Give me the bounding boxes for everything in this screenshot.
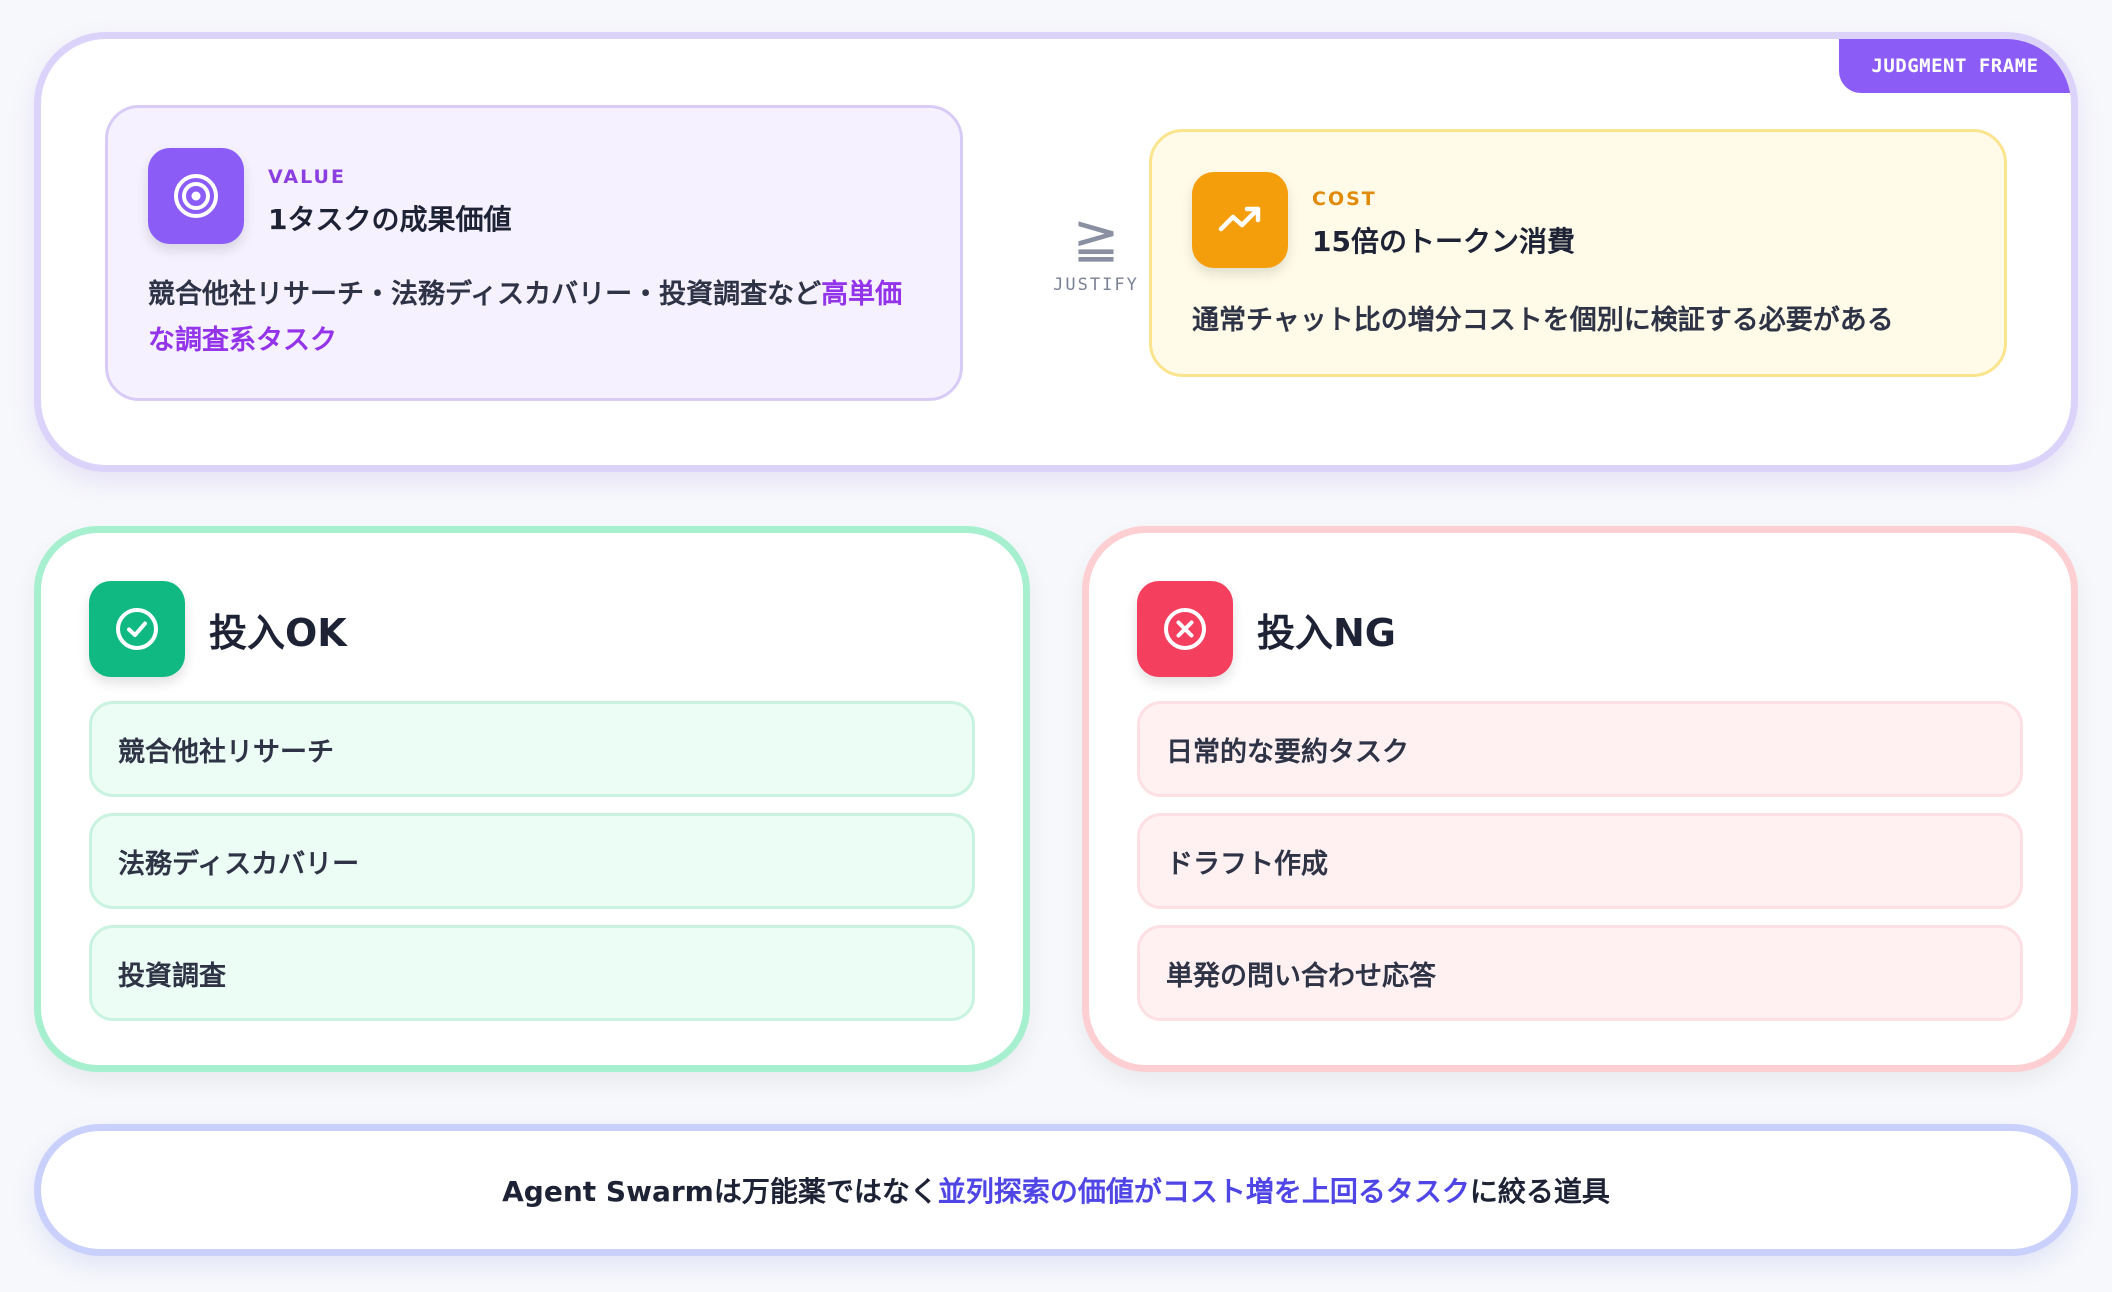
ok-items-list: 競合他社リサーチ 法務ディスカバリー 投資調査 <box>89 701 975 1037</box>
conclusion-suffix: に絞る道具 <box>1469 1175 1610 1208</box>
check-circle-icon <box>89 581 185 677</box>
ng-panel: 投入NG 日常的な要約タスク ドラフト作成 単発の問い合わせ応答 <box>1082 526 2078 1072</box>
x-circle-icon <box>1137 581 1233 677</box>
cost-description: 通常チャット比の増分コストを個別に検証する必要がある <box>1192 305 1894 336</box>
target-icon <box>148 148 244 244</box>
judgment-frame: JUDGMENT FRAME VALUE 1タスクの成果価値 競合他社リサーチ・… <box>34 32 2078 472</box>
ok-panel-header: 投入OK <box>89 581 347 677</box>
ng-item: 日常的な要約タスク <box>1137 701 2023 797</box>
value-kicker: VALUE <box>268 166 346 188</box>
ng-items-list: 日常的な要約タスク ドラフト作成 単発の問い合わせ応答 <box>1137 701 2023 1037</box>
ok-item: 法務ディスカバリー <box>89 813 975 909</box>
ok-panel: 投入OK 競合他社リサーチ 法務ディスカバリー 投資調査 <box>34 526 1030 1072</box>
value-title: 1タスクの成果価値 <box>268 203 512 236</box>
conclusion-highlight: 並列探索の価値がコスト増を上回るタスク <box>937 1175 1470 1208</box>
ng-item: 単発の問い合わせ応答 <box>1137 925 2023 1021</box>
ok-item: 投資調査 <box>89 925 975 1021</box>
ng-panel-header: 投入NG <box>1137 581 1396 677</box>
ng-item: ドラフト作成 <box>1137 813 2023 909</box>
trending-up-icon <box>1192 172 1288 268</box>
frame-badge: JUDGMENT FRAME <box>1839 39 2071 93</box>
value-description-text: 競合他社リサーチ・法務ディスカバリー・投資調査など <box>148 279 822 310</box>
cost-card: COST 15倍のトークン消費 通常チャット比の増分コストを個別に検証する必要が… <box>1149 129 2007 377</box>
cost-title: 15倍のトークン消費 <box>1312 225 1575 258</box>
value-description: 競合他社リサーチ・法務ディスカバリー・投資調査など高単価な調査系タスク <box>148 272 928 364</box>
ng-panel-title: 投入NG <box>1257 610 1396 655</box>
ok-panel-title: 投入OK <box>209 610 347 655</box>
value-card: VALUE 1タスクの成果価値 競合他社リサーチ・法務ディスカバリー・投資調査な… <box>105 105 963 401</box>
conclusion-banner: Agent Swarmは万能薬ではなく 並列探索の価値がコスト増を上回るタスク に絞… <box>34 1124 2078 1256</box>
conclusion-prefix: Agent Swarmは万能薬ではなく <box>502 1175 938 1208</box>
cost-kicker: COST <box>1312 188 1377 210</box>
ok-item: 競合他社リサーチ <box>89 701 975 797</box>
